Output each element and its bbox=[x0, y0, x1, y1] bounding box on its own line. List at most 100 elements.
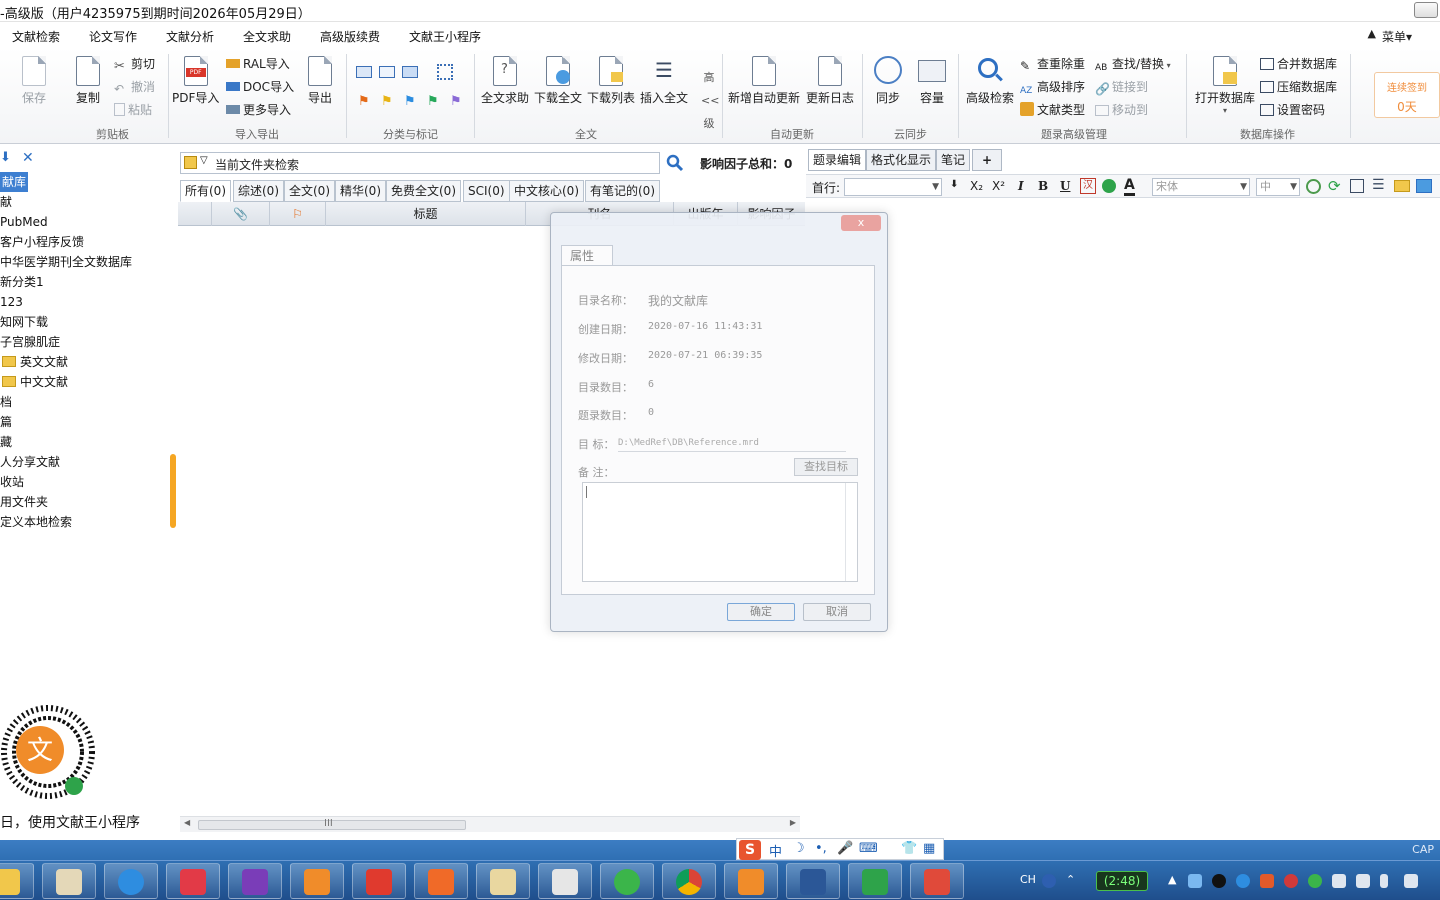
taskbar-app-axure[interactable] bbox=[228, 863, 282, 899]
sidebar-item[interactable]: 定义本地检索 bbox=[0, 512, 72, 532]
moon-icon[interactable]: ☽ bbox=[793, 841, 805, 856]
column-title[interactable]: 标题 bbox=[326, 202, 526, 226]
pdf-import-button[interactable]: PDF PDF导入 bbox=[172, 56, 219, 106]
toolbox-icon[interactable]: ▦ bbox=[923, 841, 935, 856]
menu-item-literature-search[interactable]: 文献检索 bbox=[12, 28, 60, 45]
menu-item-paper-writing[interactable]: 论文写作 bbox=[89, 28, 137, 45]
flag-blue-icon[interactable]: ⚑ bbox=[404, 94, 416, 109]
volume-icon[interactable] bbox=[1332, 874, 1346, 888]
envelope-icon[interactable] bbox=[402, 66, 418, 78]
sidebar-item[interactable]: 献库 bbox=[0, 172, 29, 192]
fulltext-advanced-toggle[interactable]: 高 << 级 bbox=[701, 66, 719, 135]
font-color-icon[interactable]: A bbox=[1124, 177, 1135, 196]
document-type-button[interactable]: 文献类型 bbox=[1020, 100, 1085, 120]
save-button[interactable]: 保存 bbox=[20, 56, 48, 106]
show-hidden-icons[interactable]: ▲ bbox=[1168, 873, 1176, 886]
network-icon[interactable] bbox=[1404, 874, 1418, 888]
tab-chinese-core[interactable]: 中文核心(0) bbox=[509, 180, 584, 202]
folder-open-icon[interactable] bbox=[1394, 180, 1410, 192]
edit-icon[interactable] bbox=[1350, 179, 1364, 193]
flag-tray-icon[interactable] bbox=[1356, 874, 1370, 888]
taskbar-app-player[interactable] bbox=[414, 863, 468, 899]
cancel-button[interactable]: 取消 bbox=[803, 603, 871, 621]
taskbar-app-explorer[interactable] bbox=[0, 863, 34, 899]
wechat-tray-icon[interactable] bbox=[1308, 874, 1322, 888]
skin-icon[interactable]: 👕 bbox=[901, 841, 917, 856]
format-brush-icon[interactable] bbox=[1102, 179, 1116, 193]
tab-all[interactable]: 所有(0) bbox=[180, 180, 231, 202]
sidebar-item[interactable]: 收站 bbox=[0, 472, 24, 492]
font-size-select[interactable]: 中 ▼ bbox=[1256, 178, 1300, 196]
add-tab-button[interactable]: + bbox=[972, 149, 1002, 171]
taskbar-app-search[interactable] bbox=[42, 863, 96, 899]
folder-search-box[interactable]: ▽ 当前文件夹检索 bbox=[180, 152, 660, 174]
insert-fulltext-button[interactable]: ☰ 插入全文 bbox=[640, 56, 688, 106]
sidebar-item[interactable]: 档 bbox=[0, 392, 12, 412]
menu-item-renew[interactable]: 高级版续费 bbox=[320, 28, 380, 45]
undo-button[interactable]: ↶ 撤消 bbox=[114, 77, 155, 97]
note-scrollbar[interactable] bbox=[845, 483, 857, 581]
export-button[interactable]: 导出 bbox=[306, 56, 334, 106]
sidebar-item[interactable]: 客户小程序反馈 bbox=[0, 232, 84, 252]
sidebar-item[interactable]: 献 bbox=[0, 192, 12, 212]
bold-button[interactable]: B bbox=[1038, 179, 1048, 193]
keyboard-icon[interactable]: ⌨ bbox=[859, 841, 878, 856]
translate-icon[interactable] bbox=[1306, 179, 1321, 194]
envelope-open-icon[interactable] bbox=[379, 66, 395, 78]
tab-notes[interactable]: 笔记 bbox=[936, 149, 971, 171]
tab-record-edit[interactable]: 题录编辑 bbox=[808, 149, 867, 171]
tab-with-notes[interactable]: 有笔记的(0) bbox=[585, 180, 660, 202]
find-target-button[interactable]: 查找目标 bbox=[794, 458, 858, 476]
arrow-down-icon[interactable]: ⬇ bbox=[0, 150, 11, 165]
tab-review[interactable]: 综述(0) bbox=[233, 180, 284, 202]
signin-card[interactable]: 连续签到 0天 bbox=[1374, 72, 1440, 118]
collapse-ribbon-icon[interactable]: ▲ bbox=[1368, 27, 1376, 40]
double-arrow-icon[interactable]: ⬇ bbox=[950, 179, 958, 190]
image-icon[interactable] bbox=[1416, 179, 1432, 193]
subscript-icon[interactable]: X₂ bbox=[970, 179, 983, 193]
menu-item-fulltext-help[interactable]: 全文求助 bbox=[243, 28, 291, 45]
taskbar-app-g[interactable] bbox=[352, 863, 406, 899]
list-icon[interactable]: ☰ bbox=[1372, 177, 1385, 193]
copy-button[interactable]: 复制 bbox=[74, 56, 102, 106]
tab-properties[interactable]: 属性 bbox=[561, 245, 613, 266]
sidebar-item[interactable]: PubMed bbox=[0, 212, 48, 232]
flag-yellow-icon[interactable]: ⚑ bbox=[381, 94, 393, 109]
advanced-search-button[interactable]: 高级检索 bbox=[966, 56, 1014, 106]
search-button[interactable] bbox=[666, 154, 684, 172]
flag-green-icon[interactable]: ⚑ bbox=[427, 94, 439, 109]
cut-button[interactable]: ✂ 剪切 bbox=[114, 54, 155, 74]
sidebar-item[interactable]: 用文件夹 bbox=[0, 492, 48, 512]
ime-chinese-mode[interactable]: 中 bbox=[769, 841, 782, 860]
link-to-button[interactable]: 🔗 链接到 bbox=[1095, 77, 1148, 97]
sidebar-item[interactable]: 中华医学期刊全文数据库 bbox=[0, 252, 132, 272]
merge-database-button[interactable]: 合并数据库 bbox=[1260, 54, 1337, 74]
font-name-select[interactable]: 宋体 ▼ bbox=[1152, 178, 1250, 196]
ral-import-button[interactable]: RAL导入 bbox=[226, 54, 290, 74]
scroll-left-icon[interactable]: ◀ bbox=[184, 818, 190, 827]
folder-tree-scrollbar[interactable] bbox=[170, 454, 176, 528]
tray-app-red-icon[interactable] bbox=[1284, 874, 1298, 888]
sidebar-item[interactable]: 中文文献 bbox=[2, 372, 68, 392]
paste-button[interactable]: 粘贴 bbox=[114, 100, 152, 120]
download-fulltext-button[interactable]: 下载全文 bbox=[534, 56, 582, 106]
new-auto-update-button[interactable]: 新增自动更新 bbox=[728, 56, 800, 106]
security-icon[interactable] bbox=[1236, 874, 1250, 888]
tab-free-fulltext[interactable]: 免费全文(0) bbox=[386, 180, 461, 202]
more-import-button[interactable]: 更多导入 bbox=[226, 100, 291, 120]
taskbar-app-wenxianwang[interactable] bbox=[290, 863, 344, 899]
column-flag[interactable]: ⚐ bbox=[270, 202, 326, 226]
sidebar-item[interactable]: 知网下载 bbox=[0, 312, 48, 332]
compress-database-button[interactable]: 压缩数据库 bbox=[1260, 77, 1337, 97]
scroll-right-icon[interactable]: ▶ bbox=[790, 818, 796, 827]
tray-app-icon[interactable] bbox=[1260, 874, 1274, 888]
tray-chevron-icon[interactable]: ⌃ bbox=[1066, 873, 1075, 886]
sidebar-item[interactable]: 子宫腺肌症 bbox=[0, 332, 60, 352]
sidebar-item[interactable]: 新分类1 bbox=[0, 272, 44, 292]
open-database-button[interactable]: 打开数据库 ▾ bbox=[1195, 56, 1255, 115]
download-list-button[interactable]: 下载列表 bbox=[587, 56, 635, 106]
flag-purple-icon[interactable]: ⚑ bbox=[450, 94, 462, 109]
sidebar-item[interactable]: 人分享文献 bbox=[0, 452, 60, 472]
set-password-button[interactable]: 设置密码 bbox=[1260, 100, 1325, 120]
dedupe-button[interactable]: ✎ 查重除重 bbox=[1020, 54, 1085, 74]
